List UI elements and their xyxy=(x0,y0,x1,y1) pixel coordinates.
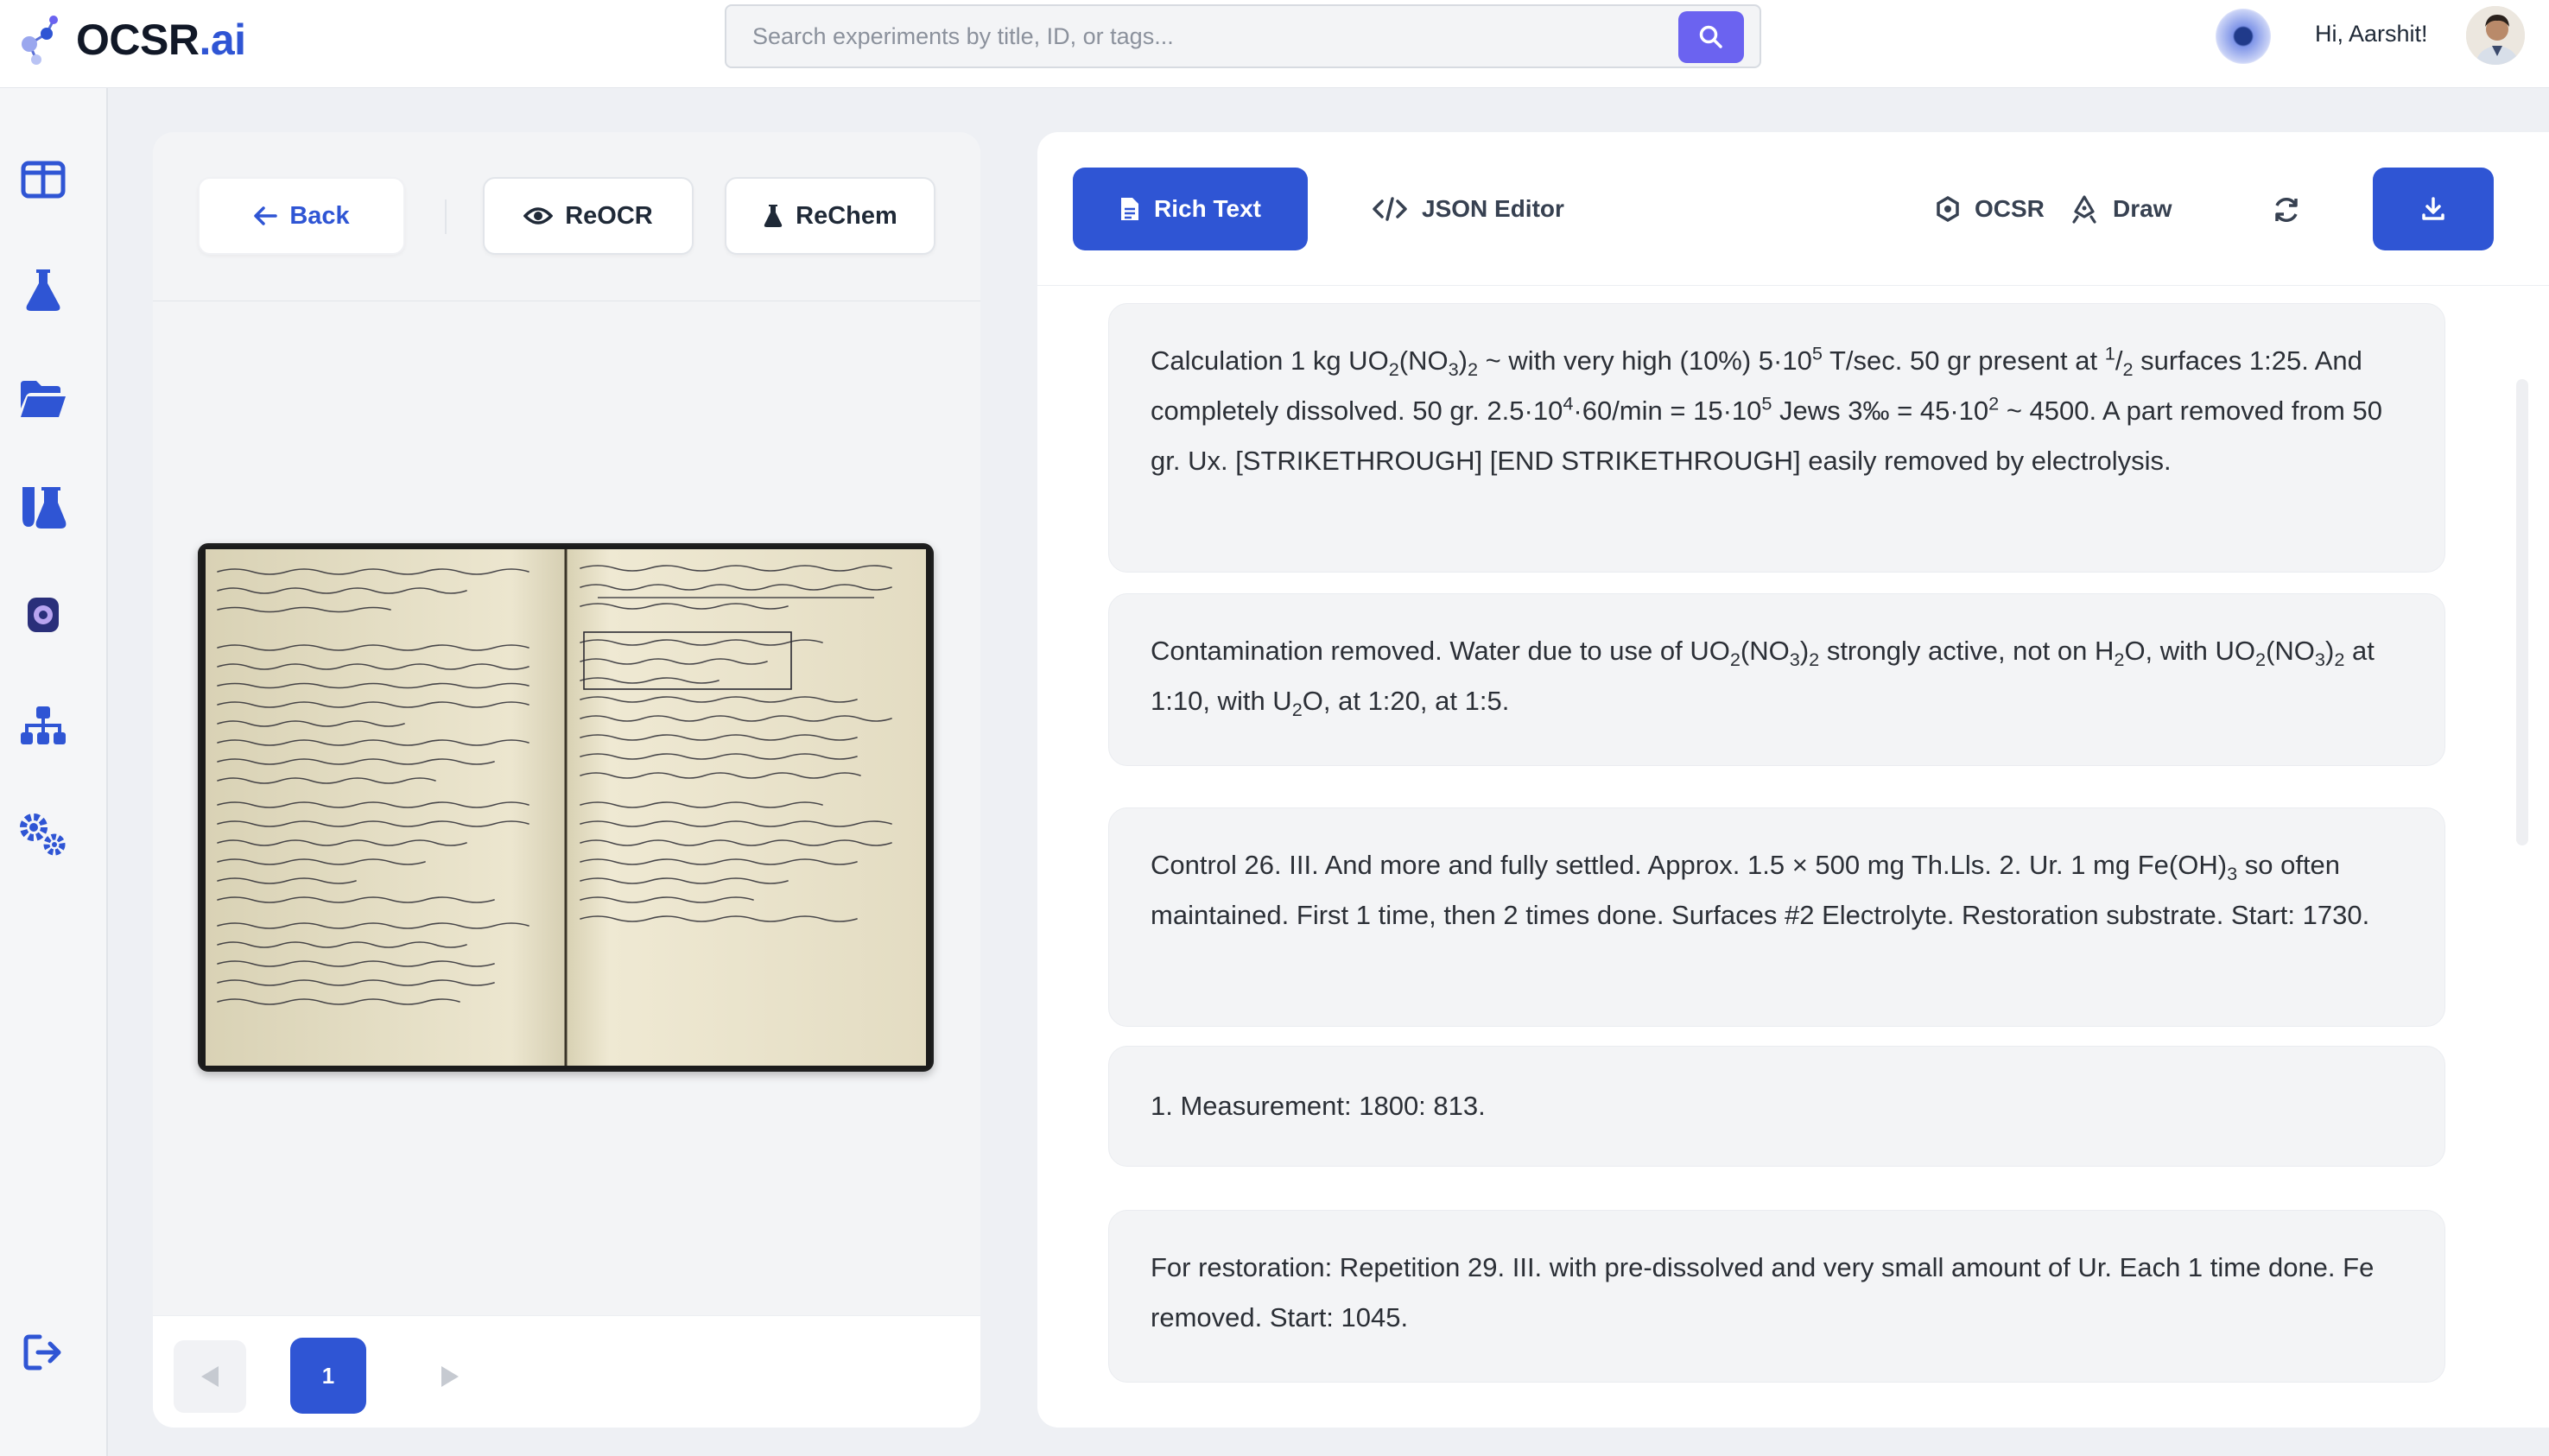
search-button[interactable] xyxy=(1678,11,1744,63)
next-page-button[interactable] xyxy=(414,1340,486,1413)
sidebar-item-logout[interactable] xyxy=(16,1325,71,1380)
pen-draw-icon xyxy=(2072,195,2096,224)
toolbar-divider xyxy=(445,199,447,234)
arrow-left-icon xyxy=(254,206,278,225)
tab-draw[interactable]: Draw xyxy=(2042,168,2199,250)
triangle-right-icon xyxy=(441,1366,459,1387)
settings-gears-icon xyxy=(20,813,66,856)
sidebar-item-projects[interactable] xyxy=(16,371,71,427)
app-logo[interactable]: OCSR.ai xyxy=(10,5,246,74)
notebook-scan-image[interactable] xyxy=(198,543,934,1072)
transcription-block[interactable]: Control 26. III. And more and fully sett… xyxy=(1108,807,2445,1027)
document-panel: Back ReOCR ReChem 1 xyxy=(153,132,980,1428)
logo-text: OCSR.ai xyxy=(76,16,246,64)
tab-json-editor-label: JSON Editor xyxy=(1422,195,1564,222)
refresh-icon xyxy=(2275,198,2298,222)
transcription-text: Calculation 1 kg UO2(NO3)2 ~ with very h… xyxy=(1151,342,2382,476)
document-icon xyxy=(1121,198,1139,220)
molecule-logo-icon xyxy=(22,16,58,65)
logout-icon xyxy=(23,1334,61,1371)
transcription-block[interactable]: Contamination removed. Water due to use … xyxy=(1108,593,2445,766)
orb-icon xyxy=(28,598,59,632)
document-toolbar: Back ReOCR ReChem xyxy=(153,132,980,301)
transcription-panel: Rich Text JSON Editor OCSR Draw Calculat… xyxy=(1037,132,2549,1428)
pagination: 1 xyxy=(153,1315,980,1428)
transcription-block[interactable]: 1. Measurement: 1800: 813. xyxy=(1108,1046,2445,1167)
refresh-button[interactable] xyxy=(2262,186,2311,234)
folder-open-icon xyxy=(21,381,66,417)
transcription-block[interactable]: Calculation 1 kg UO2(NO3)2 ~ with very h… xyxy=(1108,303,2445,573)
sidebar xyxy=(0,88,108,1456)
flask-icon xyxy=(26,269,60,311)
search-input[interactable] xyxy=(752,18,1659,54)
search-icon xyxy=(1699,25,1722,48)
back-button[interactable]: Back xyxy=(198,177,405,255)
avatar[interactable] xyxy=(2464,4,2527,66)
transcription-text: For restoration: Repetition 29. III. wit… xyxy=(1151,1252,2375,1333)
scrollbar[interactable] xyxy=(2516,379,2528,845)
transcription-text: Control 26. III. And more and fully sett… xyxy=(1151,850,2370,930)
hexagon-molecule-icon xyxy=(1937,195,1959,223)
user-avatar-icon xyxy=(2466,6,2525,65)
download-icon xyxy=(2422,197,2444,220)
sidebar-item-lab[interactable] xyxy=(16,480,71,535)
test-tubes-icon xyxy=(22,487,67,529)
hierarchy-icon xyxy=(21,706,66,744)
search-bar xyxy=(725,4,1761,68)
download-button[interactable] xyxy=(2373,168,2494,250)
transcription-text: 1. Measurement: 1800: 813. xyxy=(1151,1091,1486,1121)
reocr-button-label: ReOCR xyxy=(565,201,653,230)
sidebar-item-hierarchy[interactable] xyxy=(16,698,71,753)
tab-rich-text[interactable]: Rich Text xyxy=(1073,168,1308,250)
sidebar-item-settings[interactable] xyxy=(16,807,71,862)
code-icon xyxy=(1373,197,1407,221)
transcription-scroll-area[interactable]: Calculation 1 kg UO2(NO3)2 ~ with very h… xyxy=(1037,286,2549,1428)
sidebar-item-experiments[interactable] xyxy=(16,263,71,318)
user-greeting: Hi, Aarshit! xyxy=(2315,21,2428,47)
transcription-text: Contamination removed. Water due to use … xyxy=(1151,636,2375,721)
sidebar-item-ai[interactable] xyxy=(16,587,71,643)
handwritten-notebook-picture xyxy=(200,546,931,1069)
triangle-left-icon xyxy=(201,1366,219,1387)
rechem-button-label: ReChem xyxy=(796,201,897,230)
dashboard-icon xyxy=(21,161,66,199)
assistant-orb-icon[interactable] xyxy=(2216,9,2271,64)
rechem-button[interactable]: ReChem xyxy=(725,177,935,255)
reocr-button[interactable]: ReOCR xyxy=(483,177,694,255)
eye-icon xyxy=(523,207,554,225)
sidebar-item-dashboard[interactable] xyxy=(16,152,71,207)
tab-draw-label: Draw xyxy=(2113,195,2172,222)
transcription-block[interactable]: For restoration: Repetition 29. III. wit… xyxy=(1108,1210,2445,1383)
top-header: OCSR.ai Hi, Aarshit! xyxy=(0,0,2549,88)
view-tabs: Rich Text JSON Editor OCSR Draw xyxy=(1037,132,2549,286)
flask-icon xyxy=(764,205,783,227)
tab-ocsr-label: OCSR xyxy=(1975,195,2045,222)
previous-page-button[interactable] xyxy=(174,1340,246,1413)
page-number-button[interactable]: 1 xyxy=(290,1338,366,1414)
tab-rich-text-label: Rich Text xyxy=(1154,195,1261,222)
back-button-label: Back xyxy=(289,201,350,230)
tab-json-editor[interactable]: JSON Editor xyxy=(1344,168,1592,250)
